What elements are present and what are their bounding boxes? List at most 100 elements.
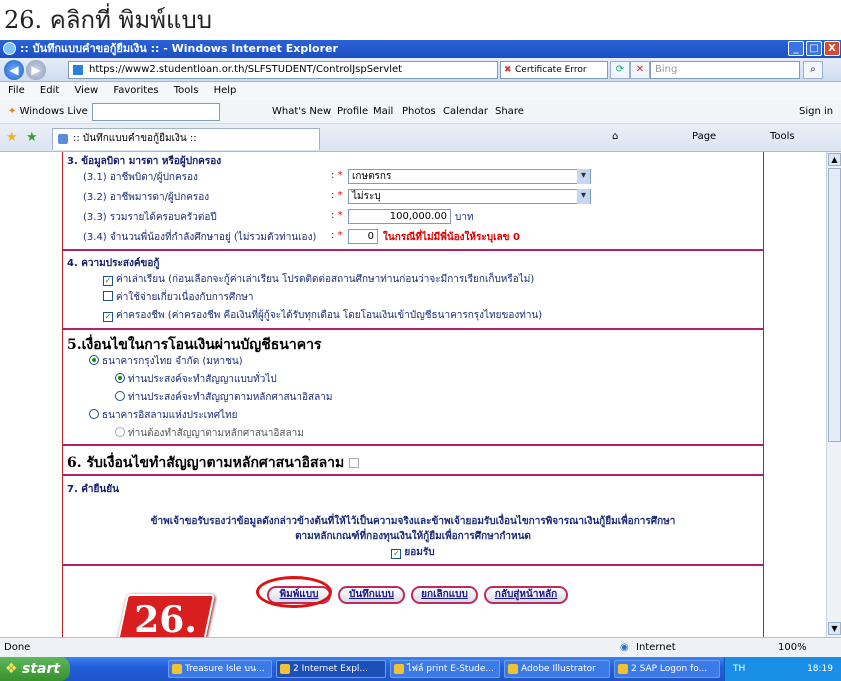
status-text: Done xyxy=(4,642,31,653)
divider xyxy=(63,564,763,566)
status-bar: Done ◉ Internet 100% xyxy=(0,637,841,657)
task-sap-logon[interactable]: 2 SAP Logon fo... xyxy=(614,660,720,678)
globe-icon: ◉ xyxy=(620,642,629,653)
maximize-button[interactable]: □ xyxy=(806,41,822,56)
back-button[interactable]: ◀ xyxy=(4,60,24,80)
tuition-checkbox[interactable]: ✓ xyxy=(103,276,113,286)
task-treasure-isle[interactable]: Treasure Isle บน... xyxy=(168,660,272,678)
mother-occupation-select[interactable]: ไม่ระบุ xyxy=(348,189,591,204)
section7-title: 7. คำยืนยัน xyxy=(67,484,119,495)
windows-live-link[interactable]: Windows Live xyxy=(20,106,88,117)
menu-tools[interactable]: Tools xyxy=(174,85,199,96)
section5-title: 5.เงื่อนไขในการโอนเงินผ่านบัญชีธนาคาร xyxy=(67,337,322,353)
search-icon[interactable]: ⌕ xyxy=(803,61,823,79)
window-titlebar: :: บันทึกแบบคำขอกู้ยืมเงิน :: - Windows … xyxy=(0,40,841,58)
live-search-input[interactable] xyxy=(92,103,220,121)
islamic-contract-radio[interactable] xyxy=(115,391,125,401)
url-input[interactable]: https://www2.studentloan.or.th/SLFSTUDEN… xyxy=(68,61,498,79)
links-bar: ✦ Windows Live What's New Profile Mail P… xyxy=(0,100,841,124)
section4-title: 4. ความประสงค์ขอกู้ xyxy=(67,258,160,269)
scroll-down-icon[interactable]: ▼ xyxy=(828,622,841,635)
window-title: :: บันทึกแบบคำขอกู้ยืมเงิน :: - Windows … xyxy=(20,42,338,55)
confirm-text-2: ตามหลักเกณฑ์ที่กองทุนเงินให้กู้ยืมเพื่อก… xyxy=(295,531,531,542)
minimize-button[interactable]: _ xyxy=(788,41,804,56)
divider xyxy=(63,328,763,330)
address-bar: ◀ ▶ https://www2.studentloan.or.th/SLFST… xyxy=(0,58,841,82)
education-expense-label: ค่าใช้จ่ายเกี่ยวเนื่องกับการศึกษา xyxy=(116,292,254,303)
stop-icon[interactable]: ✕ xyxy=(630,61,650,79)
tutorial-heading: 26. คลิกที่ พิมพ์แบบ xyxy=(4,6,212,34)
page-content: 3. ข้อมูลบิดา มารดา หรือผู้ปกครอง (3.1) … xyxy=(0,152,826,637)
back-home-button[interactable]: กลับสู่หน้าหลัก xyxy=(484,586,568,604)
vertical-scrollbar[interactable]: ▲ ▼ xyxy=(826,152,841,637)
clock: 18:19 xyxy=(807,664,833,674)
forward-button[interactable]: ▶ xyxy=(26,60,46,80)
task-illustrator[interactable]: Adobe Illustrator xyxy=(504,660,610,678)
link-mail[interactable]: Mail xyxy=(373,100,393,124)
bank-islamic-radio[interactable] xyxy=(89,409,99,419)
bank-islamic-label: ธนาคารอิสลามแห่งประเทศไทย xyxy=(102,410,238,421)
link-calendar[interactable]: Calendar xyxy=(443,100,488,124)
siblings-note: ในกรณีที่ไม่มีพี่น้องให้ระบุเลข 0 xyxy=(383,232,520,243)
favorites-star-icon[interactable]: ★ xyxy=(6,130,18,145)
menu-help[interactable]: Help xyxy=(214,85,237,96)
language-indicator[interactable]: TH xyxy=(733,664,745,674)
menu-edit[interactable]: Edit xyxy=(40,85,59,96)
divider xyxy=(63,474,763,476)
loan-form: 3. ข้อมูลบิดา มารดา หรือผู้ปกครอง (3.1) … xyxy=(62,152,764,637)
taskbar: start Treasure Isle บน... 2 Internet Exp… xyxy=(0,657,841,681)
add-favorites-icon[interactable]: ★ xyxy=(26,130,38,145)
scroll-thumb[interactable] xyxy=(828,168,841,442)
bank-ktb-radio[interactable] xyxy=(89,355,99,365)
tools-menu[interactable]: Tools xyxy=(770,131,795,142)
section6-title: 6. รับเงื่อนไขทำสัญญาตามหลักศาสนาอิสลาม xyxy=(67,455,345,471)
family-income-label: (3.3) รวมรายได้ครอบครัวต่อปี xyxy=(83,212,217,223)
siblings-input[interactable]: 0 xyxy=(348,229,378,244)
living-cost-checkbox[interactable]: ✓ xyxy=(103,312,113,322)
menu-file[interactable]: File xyxy=(8,85,25,96)
general-contract-radio[interactable] xyxy=(115,373,125,383)
start-button[interactable]: start xyxy=(0,657,70,681)
menu-favorites[interactable]: Favorites xyxy=(113,85,158,96)
income-unit: บาท xyxy=(455,212,474,223)
bank-ktb-label: ธนาคารกรุงไทย จำกัด (มหาชน) xyxy=(102,356,243,367)
menu-view[interactable]: View xyxy=(74,85,98,96)
windows-live-icon: ✦ xyxy=(8,106,17,117)
family-income-input[interactable]: 100,000.00 xyxy=(348,209,451,224)
page-menu[interactable]: Page xyxy=(692,131,716,142)
link-whats-new[interactable]: What's New xyxy=(272,100,331,124)
divider xyxy=(63,249,763,251)
save-button[interactable]: บันทึกแบบ xyxy=(338,586,405,604)
system-tray: TH 18:19 xyxy=(724,657,841,681)
menu-bar: File Edit View Favorites Tools Help xyxy=(0,82,841,100)
general-contract-label: ท่านประสงค์จะทำสัญญาแบบทั่วไป xyxy=(128,374,277,385)
islamic-accept-checkbox[interactable] xyxy=(349,458,360,468)
accept-checkbox[interactable]: ✓ xyxy=(391,549,402,559)
confirm-text-1: ข้าพเจ้าขอรับรองว่าข้อมูลดังกล่าวข้างต้น… xyxy=(150,516,676,527)
search-input[interactable]: Bing xyxy=(650,61,800,79)
task-internet-explorer[interactable]: 2 Internet Expl... xyxy=(276,660,386,678)
father-occupation-label: (3.1) อาชีพบิดา/ผู้ปกครอง xyxy=(83,172,198,183)
link-photos[interactable]: Photos xyxy=(402,100,436,124)
education-expense-checkbox[interactable] xyxy=(103,291,113,301)
home-icon[interactable]: ⌂ xyxy=(612,131,618,142)
lock-icon xyxy=(73,65,83,75)
close-button[interactable]: X xyxy=(824,41,840,56)
living-cost-label: ค่าครองชีพ (ค่าครองชีพ คือเงินที่ผู้กู้จ… xyxy=(116,310,543,321)
siblings-label: (3.4) จำนวนพี่น้องที่กำลังศึกษาอยู่ (ไม่… xyxy=(83,232,317,243)
sign-in-link[interactable]: Sign in xyxy=(799,100,833,124)
refresh-icon[interactable]: ⟳ xyxy=(610,61,630,79)
zone-text: Internet xyxy=(636,642,676,653)
highlight-ring xyxy=(256,576,332,608)
link-profile[interactable]: Profile xyxy=(337,100,368,124)
father-occupation-select[interactable]: เกษตรกร xyxy=(348,169,591,184)
tab-current[interactable]: :: บันทึกแบบคำขอกู้ยืมเงิน :: xyxy=(52,128,320,150)
task-folder[interactable]: ไฟล์ print E-Stude... xyxy=(390,660,500,678)
link-share[interactable]: Share xyxy=(495,100,524,124)
certificate-error-button[interactable]: Certificate Error xyxy=(500,61,608,79)
islamic-only-label: ท่านต้องทำสัญญาตามหลักศาสนาอิสลาม xyxy=(128,428,304,439)
zoom-level[interactable]: 100% xyxy=(778,638,807,658)
scroll-up-icon[interactable]: ▲ xyxy=(828,153,841,166)
accept-label: ยอมรับ xyxy=(404,547,435,558)
cancel-form-button[interactable]: ยกเลิกแบบ xyxy=(411,586,478,604)
